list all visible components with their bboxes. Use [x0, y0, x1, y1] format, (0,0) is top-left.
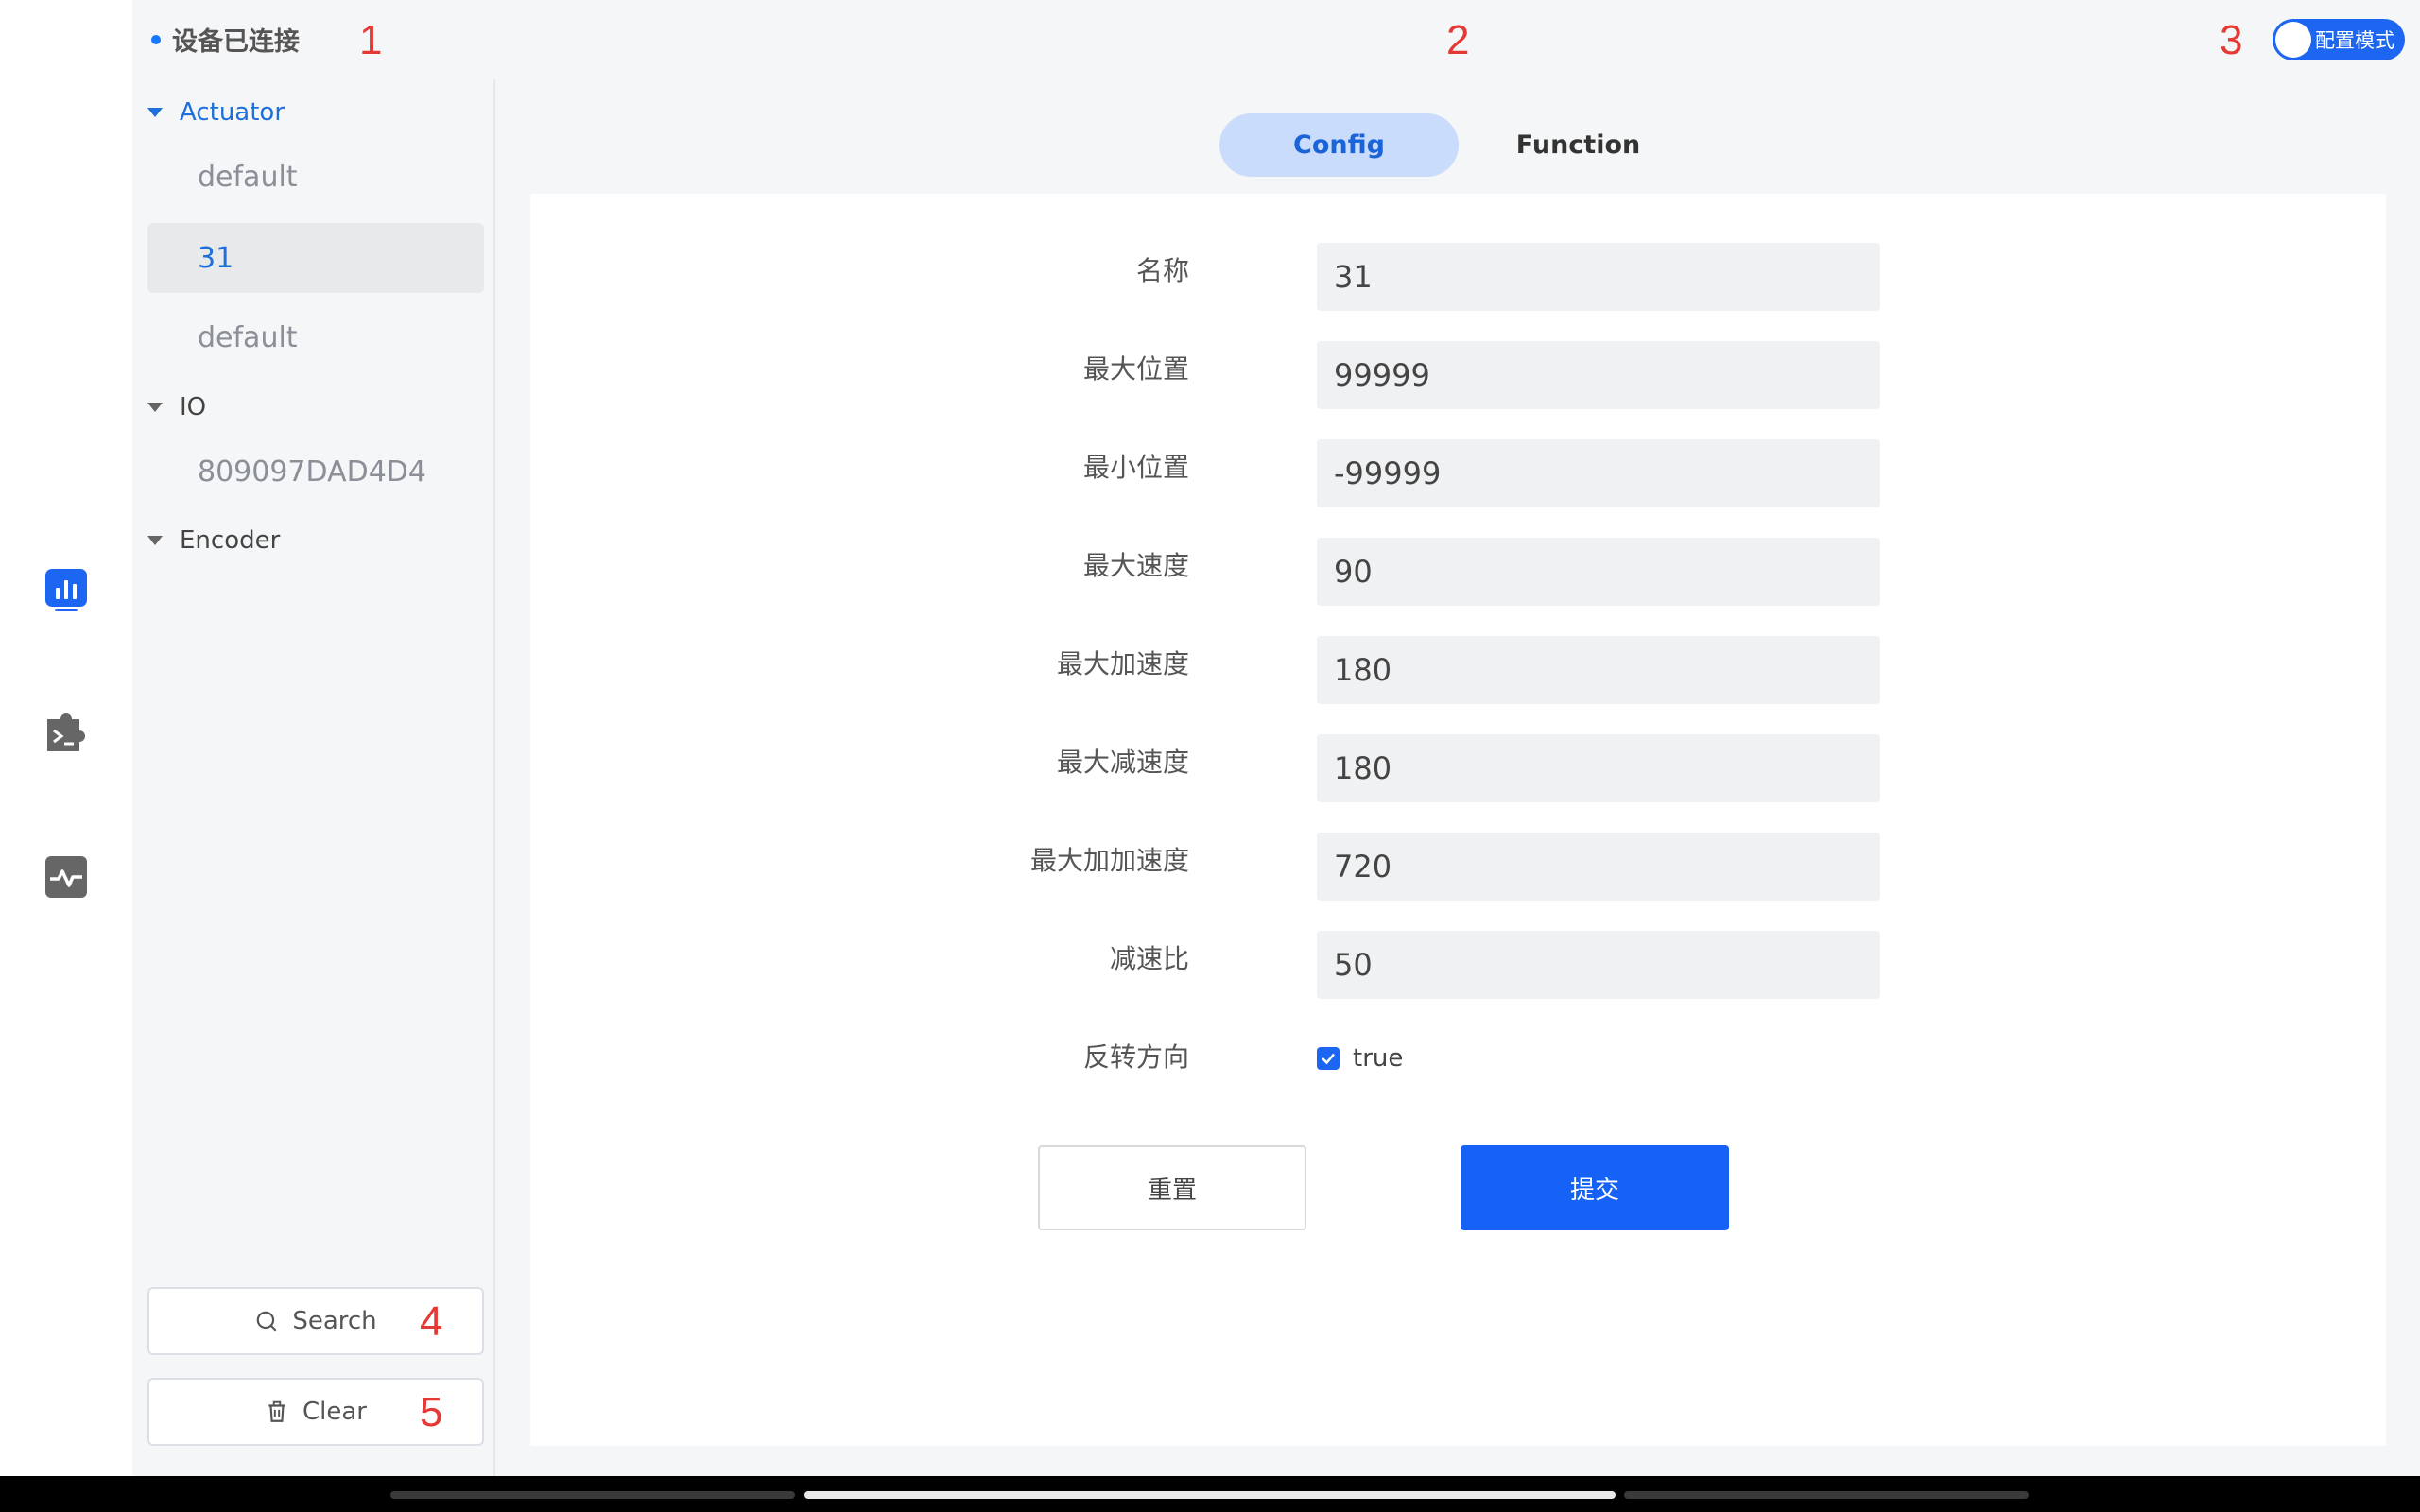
config-form: 名称 最大位置 最小位置 最大速度 最大加速度 最大减速度 最大加加速度 减速: [530, 194, 2386, 1446]
config-mode-toggle[interactable]: 配置模式: [2273, 19, 2405, 60]
app-area: 设备已连接 1 2 3 配置模式 Actuator default 31 def…: [132, 0, 2420, 1476]
terminal-puzzle-icon[interactable]: [43, 710, 89, 755]
field-label: 最大位置: [1082, 353, 1189, 385]
tree-group-label: Encoder: [180, 526, 281, 555]
tree-group-label: IO: [180, 393, 207, 421]
tab-function[interactable]: Function: [1459, 113, 1698, 177]
caret-down-icon: [147, 108, 163, 117]
reduction-ratio-field[interactable]: [1317, 931, 1880, 999]
max-position-field[interactable]: [1317, 341, 1880, 409]
name-field[interactable]: [1317, 243, 1880, 311]
caret-down-icon: [147, 536, 163, 545]
clear-label: Clear: [302, 1398, 367, 1426]
tree-group-label: Actuator: [180, 98, 285, 127]
max-speed-field[interactable]: [1317, 538, 1880, 606]
reverse-direction-checkbox[interactable]: true: [1317, 1044, 1403, 1073]
min-position-field[interactable]: [1317, 439, 1880, 507]
search-label: Search: [292, 1307, 377, 1335]
caret-down-icon: [147, 403, 163, 412]
form-row-max-jerk: 最大加加速度: [530, 833, 2386, 901]
checkbox-text: true: [1353, 1044, 1404, 1073]
field-label: 最小位置: [1082, 452, 1189, 483]
form-row-max-deceleration: 最大减速度: [530, 734, 2386, 802]
task-indicator-right: [1624, 1491, 2029, 1499]
max-acceleration-field[interactable]: [1317, 636, 1880, 704]
form-row-min-position: 最小位置: [530, 439, 2386, 507]
status-text: 设备已连接: [172, 27, 300, 57]
tab-bar: Config Function: [1219, 113, 1698, 177]
connection-status: 设备已连接: [151, 21, 300, 58]
status-dot-icon: [151, 34, 161, 44]
tree-item[interactable]: default: [147, 142, 484, 212]
field-label: 最大速度: [1082, 550, 1189, 581]
task-indicator-left: [390, 1491, 795, 1499]
tab-config[interactable]: Config: [1219, 113, 1459, 177]
tree-item-selected[interactable]: 31: [147, 223, 484, 293]
form-row-name: 名称: [530, 243, 2386, 311]
field-label: 最大加速度: [1056, 648, 1189, 679]
form-row-reverse-direction: 反转方向 true: [530, 1029, 2386, 1097]
tree-item[interactable]: default: [147, 302, 484, 372]
annotation-4: 4: [420, 1298, 443, 1345]
form-row-max-position: 最大位置: [530, 341, 2386, 409]
form-row-reduction-ratio: 减速比: [530, 931, 2386, 999]
tree-group-io[interactable]: IO: [147, 393, 206, 421]
field-label: 最大减速度: [1056, 747, 1189, 778]
field-label: 减速比: [1109, 943, 1189, 974]
annotation-5: 5: [420, 1389, 443, 1435]
form-row-max-speed: 最大速度: [530, 538, 2386, 606]
toggle-label: 配置模式: [2315, 29, 2394, 52]
tree-group-encoder[interactable]: Encoder: [147, 526, 280, 555]
nav-rail: [0, 0, 132, 1476]
home-indicator[interactable]: [804, 1491, 1616, 1499]
tree-group-actuator[interactable]: Actuator: [147, 98, 285, 127]
annotation-2: 2: [1446, 17, 1470, 63]
checkbox-checked-icon[interactable]: [1317, 1047, 1340, 1070]
tree-item[interactable]: 809097DAD4D4: [147, 437, 484, 507]
system-bar: [0, 1476, 2420, 1512]
max-jerk-field[interactable]: [1317, 833, 1880, 901]
annotation-3: 3: [2220, 17, 2243, 63]
annotation-1: 1: [359, 17, 383, 63]
field-label: 最大加加速度: [1029, 845, 1189, 876]
form-row-max-acceleration: 最大加速度: [530, 636, 2386, 704]
trash-icon: [268, 1400, 285, 1422]
pulse-icon[interactable]: [43, 854, 89, 900]
field-label: 反转方向: [1082, 1041, 1189, 1073]
device-tree: Actuator default 31 default IO 809097DAD…: [132, 79, 495, 1476]
chart-icon[interactable]: [43, 567, 89, 612]
toggle-knob: [2275, 22, 2311, 58]
submit-button[interactable]: 提交: [1461, 1145, 1729, 1230]
max-deceleration-field[interactable]: [1317, 734, 1880, 802]
field-label: 名称: [1135, 255, 1189, 286]
search-icon: [257, 1311, 277, 1332]
reset-button[interactable]: 重置: [1038, 1145, 1306, 1230]
